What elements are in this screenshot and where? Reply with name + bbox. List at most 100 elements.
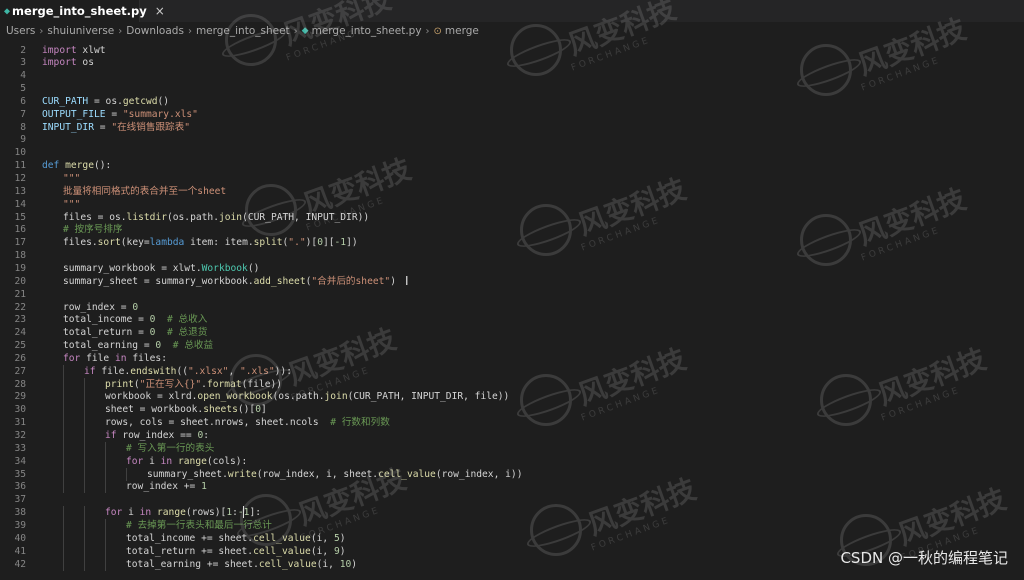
indent-guide [105, 467, 106, 481]
code-line[interactable]: 38 for i in range(rows)[1:-1]: [0, 506, 1024, 520]
code-line[interactable]: 30 sheet = workbook.sheets()[0] [0, 403, 1024, 417]
indent-guide [63, 416, 64, 430]
code-text: import os [42, 57, 94, 69]
line-number: 39 [14, 519, 26, 531]
code-line[interactable]: 3 import os [0, 56, 1024, 69]
indent-guide [84, 480, 85, 494]
line-number: 40 [14, 532, 26, 544]
breadcrumb-item-users[interactable]: Users [6, 25, 35, 37]
indent-guide [63, 467, 64, 481]
line-number: 34 [14, 455, 26, 467]
code-text: for i in range(rows)[1:-1]: [105, 507, 262, 519]
code-text: summary_sheet = summary_workbook.add_she… [63, 275, 396, 287]
code-line[interactable]: 13 批量将相同格式的表合并至一个sheet [0, 185, 1024, 198]
code-line[interactable]: 5 [0, 82, 1024, 95]
line-number: 18 [14, 250, 26, 262]
code-line[interactable]: 33 # 写入第一行的表头 [0, 441, 1024, 455]
breadcrumb-item-folder[interactable]: merge_into_sheet [196, 25, 290, 37]
line-number: 32 [14, 430, 26, 441]
indent-guide [63, 403, 64, 417]
breadcrumb-item-user[interactable]: shuiuniverse [47, 25, 114, 37]
indent-guide [84, 429, 85, 442]
breadcrumb: Users › shuiuniverse › Downloads › merge… [0, 22, 1024, 40]
code-line[interactable]: 26 for file in files: [0, 352, 1024, 365]
code-text: # 去掉第一行表头和最后一行总计 [126, 519, 272, 531]
indent-guide [84, 416, 85, 430]
code-line[interactable]: 27 if file.endswith((".xlsx", ".xls")): [0, 364, 1024, 378]
code-line[interactable]: 28 print("正在写入{}".format(file)) [0, 377, 1024, 391]
function-symbol-icon: ⊙ [433, 25, 442, 37]
code-text: rows, cols = sheet.nrows, sheet.ncols # … [105, 417, 390, 429]
indent-guide [63, 390, 64, 404]
code-line[interactable]: 32 if row_index == 0: [0, 429, 1024, 442]
line-number: 7 [20, 108, 26, 120]
code-line[interactable]: 17 files.sort(key=lambda item: item.split… [0, 236, 1024, 249]
indent-guide [84, 544, 85, 558]
breadcrumb-item-file[interactable]: merge_into_sheet.py [312, 25, 422, 37]
line-number: 23 [14, 314, 26, 326]
code-line[interactable]: 40 total_income += sheet.cell_value(i, 5) [0, 531, 1024, 545]
code-line[interactable]: 20 summary_sheet = summary_workbook.add_s… [0, 275, 1024, 288]
text-caret [243, 506, 244, 519]
code-line[interactable]: 16 # 按序号排序 [0, 223, 1024, 236]
code-line[interactable]: 36 row_index += 1 [0, 480, 1024, 494]
code-line[interactable]: 23 total_income = 0 # 总收入 [0, 313, 1024, 326]
code-text: import xlwt [42, 44, 106, 56]
code-line[interactable]: 2 import xlwt [0, 44, 1024, 57]
code-line[interactable]: 10 [0, 146, 1024, 159]
code-line[interactable]: 19 summary_workbook = xlwt.Workbook() [0, 262, 1024, 275]
code-line[interactable]: 14 """ [0, 198, 1024, 211]
code-line[interactable]: 25 total_earning = 0 # 总收益 [0, 339, 1024, 352]
indent-guide [105, 480, 106, 494]
line-number: 6 [20, 95, 26, 107]
code-line[interactable]: 35 summary_sheet.write(row_index, i, shee… [0, 467, 1024, 481]
code-line[interactable]: 29 workbook = xlrd.open_workbook(os.path.… [0, 390, 1024, 404]
tab-merge-into-sheet[interactable]: ◆ merge_into_sheet.py × [0, 0, 165, 22]
breadcrumb-item-downloads[interactable]: Downloads [126, 25, 184, 37]
line-number: 14 [14, 198, 26, 210]
code-text: # 按序号排序 [63, 224, 123, 236]
line-number: 25 [14, 340, 26, 352]
close-icon[interactable]: × [155, 4, 165, 18]
code-text: CUR_PATH = os.getcwd() [42, 95, 170, 107]
code-text: total_income = 0 # 总收入 [63, 314, 208, 326]
code-line[interactable]: 39 # 去掉第一行表头和最后一行总计 [0, 518, 1024, 532]
indent-guide [84, 506, 85, 520]
code-line[interactable]: 21 [0, 288, 1024, 301]
code-line[interactable]: 12 """ [0, 172, 1024, 185]
line-number: 37 [14, 494, 26, 506]
code-text: total_earning += sheet.cell_value(i, 10) [126, 558, 358, 570]
indent-guide [63, 506, 64, 520]
indent-guide [105, 518, 106, 532]
line-number: 26 [14, 352, 26, 364]
tab-label: merge_into_sheet.py [12, 4, 147, 18]
line-number: 4 [20, 70, 26, 82]
line-number: 31 [14, 417, 26, 429]
indent-guide [84, 403, 85, 417]
code-line[interactable]: 11 def merge(): [0, 159, 1024, 172]
code-text: summary_workbook = xlwt.Workbook() [63, 262, 260, 274]
code-line[interactable]: 24 total_return = 0 # 总退货 [0, 326, 1024, 339]
code-text: if row_index == 0: [105, 430, 209, 441]
code-editor[interactable]: 2 import xlwt 3 import os 4 5 6 CUR_PATH = os.g… [0, 40, 1024, 576]
code-line[interactable]: 31 rows, cols = sheet.nrows, sheet.ncols … [0, 416, 1024, 430]
code-line[interactable]: 4 [0, 69, 1024, 82]
code-line[interactable]: 18 [0, 249, 1024, 262]
code-line[interactable]: 8 INPUT_DIR = "在线销售跟踪表" [0, 121, 1024, 134]
code-line[interactable]: 15 files = os.listdir(os.path.join(CUR_PA… [0, 211, 1024, 224]
code-text: total_earning = 0 # 总收益 [63, 340, 214, 352]
code-text: 批量将相同格式的表合并至一个sheet [63, 185, 227, 197]
indent-guide [84, 518, 85, 532]
code-text: row_index += 1 [126, 481, 207, 493]
code-line[interactable]: 7 OUTPUT_FILE = "summary.xls" [0, 108, 1024, 121]
indent-guide [63, 454, 64, 468]
code-line[interactable]: 9 [0, 133, 1024, 146]
code-line[interactable]: 37 [0, 493, 1024, 506]
line-number: 11 [14, 160, 26, 172]
breadcrumb-item-symbol[interactable]: merge [445, 25, 479, 37]
indent-guide [63, 557, 64, 571]
code-line[interactable]: 34 for i in range(cols): [0, 454, 1024, 468]
code-line[interactable]: 22 row_index = 0 [0, 301, 1024, 314]
code-line[interactable]: 6 CUR_PATH = os.getcwd() [0, 95, 1024, 108]
line-number: 22 [14, 301, 26, 313]
